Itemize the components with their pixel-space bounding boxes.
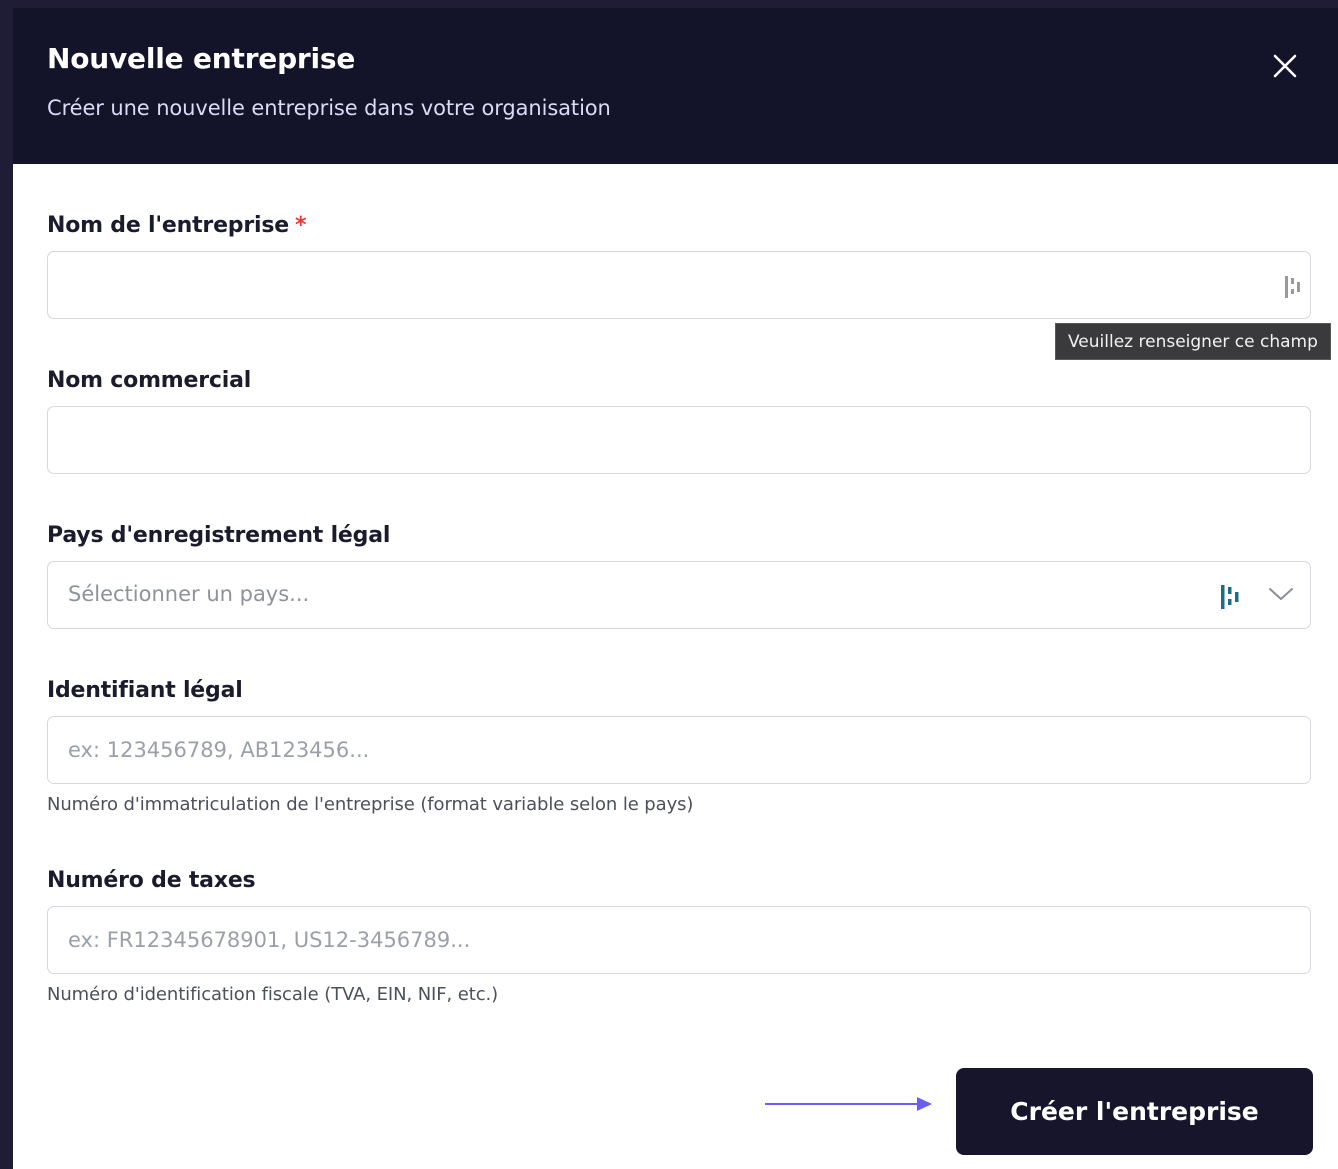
- dialog-header: Nouvelle entreprise Créer une nouvelle e…: [13, 8, 1338, 164]
- validation-tooltip: Veuillez renseigner ce champ: [1055, 323, 1331, 360]
- legal-id-input[interactable]: [68, 717, 1168, 783]
- trade-name-field[interactable]: [47, 406, 1311, 474]
- company-name-label: Nom de l'entreprise *: [47, 213, 307, 238]
- required-marker: *: [294, 213, 307, 238]
- create-company-button[interactable]: Créer l'entreprise: [956, 1068, 1313, 1155]
- tax-number-field[interactable]: [47, 906, 1311, 974]
- password-manager-icon[interactable]: [1220, 584, 1240, 610]
- arrow-right-icon: [765, 1097, 932, 1111]
- country-label: Pays d'enregistrement légal: [47, 523, 391, 548]
- new-company-dialog: Nouvelle entreprise Créer une nouvelle e…: [13, 8, 1338, 1169]
- country-select[interactable]: Sélectionner un pays...: [47, 561, 1311, 629]
- close-icon: [1273, 54, 1297, 78]
- trade-name-label: Nom commercial: [47, 368, 252, 393]
- country-select-placeholder: Sélectionner un pays...: [68, 582, 310, 606]
- company-name-input[interactable]: [68, 252, 1168, 318]
- dialog-title: Nouvelle entreprise: [47, 42, 356, 75]
- close-button[interactable]: [1271, 52, 1299, 80]
- legal-id-field[interactable]: [47, 716, 1311, 784]
- company-name-field[interactable]: [47, 251, 1311, 319]
- tax-number-input[interactable]: [68, 907, 1168, 973]
- tax-number-label: Numéro de taxes: [47, 868, 256, 893]
- chevron-down-icon[interactable]: [1268, 584, 1294, 604]
- trade-name-input[interactable]: [68, 407, 1168, 473]
- legal-id-help: Numéro d'immatriculation de l'entreprise…: [47, 794, 694, 815]
- tax-number-help: Numéro d'identification fiscale (TVA, EI…: [47, 984, 499, 1005]
- password-manager-icon[interactable]: [1284, 275, 1302, 299]
- dialog-subtitle: Créer une nouvelle entreprise dans votre…: [47, 96, 611, 120]
- legal-id-label: Identifiant légal: [47, 678, 243, 703]
